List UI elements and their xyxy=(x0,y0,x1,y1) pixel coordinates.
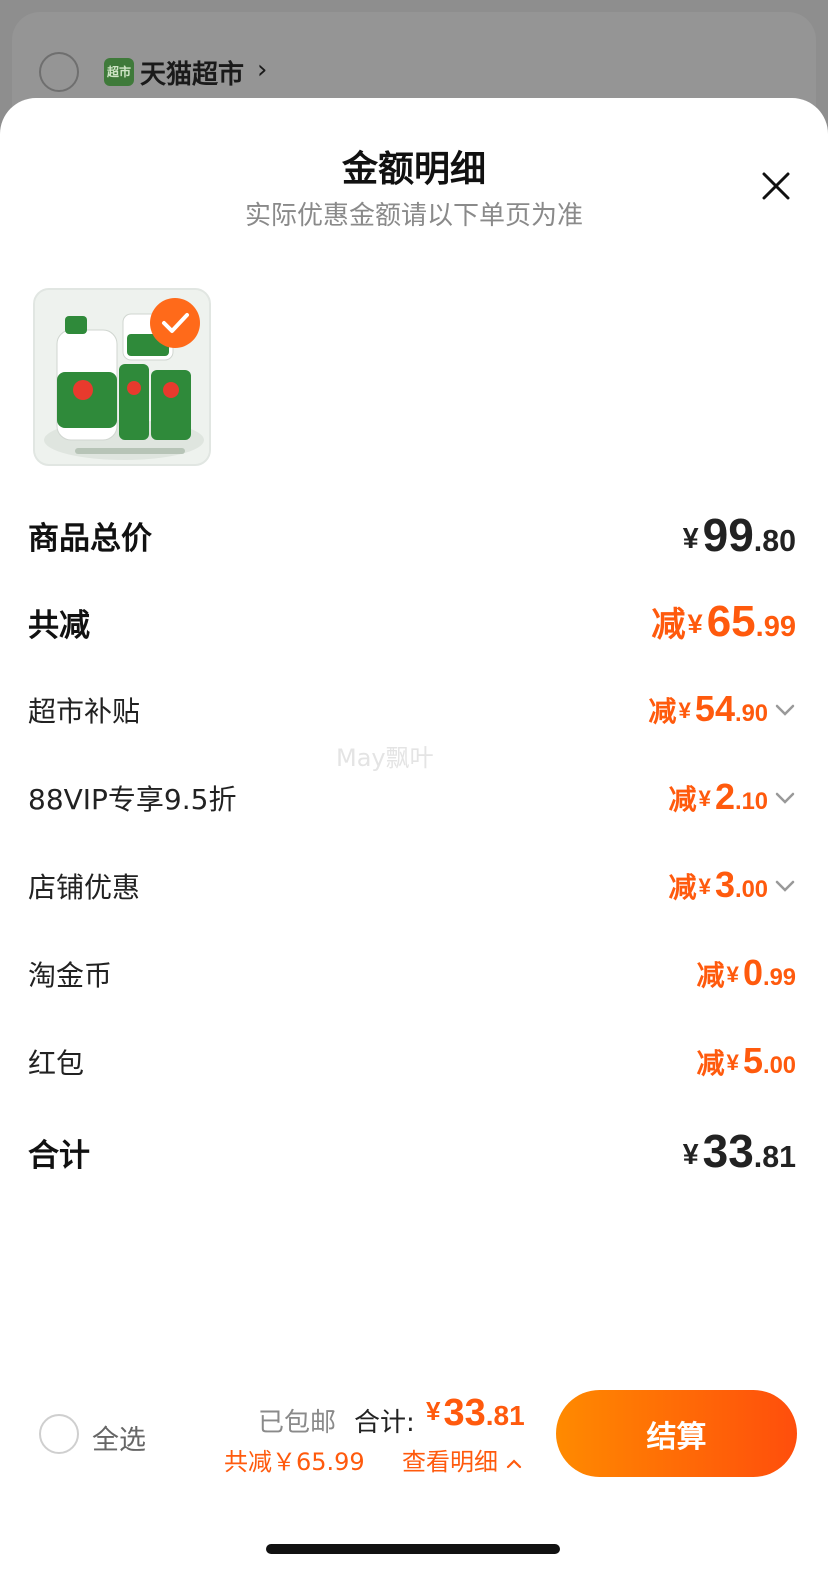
chevron-down-icon[interactable] xyxy=(774,875,796,897)
bottom-total-label: 合计: xyxy=(354,1408,415,1438)
select-all-label[interactable]: 全选 xyxy=(92,1418,146,1457)
saved-amount-text: 共减￥65.99 xyxy=(224,1448,365,1476)
supermarket-subsidy-value[interactable]: 减¥ 54.90 xyxy=(648,688,768,730)
chevron-up-icon[interactable] xyxy=(506,1448,522,1476)
close-icon[interactable] xyxy=(758,168,794,204)
checkout-button[interactable]: 结算 xyxy=(556,1390,797,1477)
store-select-radio[interactable] xyxy=(39,52,79,92)
selected-check-icon[interactable] xyxy=(150,298,200,348)
free-shipping-text: 已包邮 xyxy=(258,1408,337,1438)
sheet-title: 金额明细 xyxy=(341,149,486,190)
view-detail-label[interactable]: 查看明细 xyxy=(402,1448,498,1476)
sheet-subtitle: 实际优惠金额请以下单页为准 xyxy=(244,201,583,231)
total-discount-value: 减¥65.99 xyxy=(651,597,796,646)
supermarket-store-icon: 超市 xyxy=(104,58,134,86)
total-value: ¥33.81 xyxy=(682,1125,796,1177)
watermark: May飘叶 xyxy=(336,744,434,772)
vip-discount-label: 88VIP专享9.5折 xyxy=(28,783,237,816)
taojinbi-value: 减¥ 0.99 xyxy=(696,952,796,993)
subtotal-label: 商品总价 xyxy=(28,521,152,557)
vip-discount-value[interactable]: 减¥ 2.10 xyxy=(668,776,768,818)
view-detail-link[interactable]: 查看明细 xyxy=(402,1442,522,1477)
chevron-down-icon[interactable] xyxy=(774,699,796,721)
chevron-right-icon[interactable]: › xyxy=(257,55,267,85)
bottom-total-amount: ¥33.81 xyxy=(426,1392,525,1434)
chevron-down-icon[interactable] xyxy=(774,787,796,809)
home-indicator xyxy=(266,1544,560,1554)
total-discount-label: 共减 xyxy=(28,608,90,644)
subtotal-value: ¥99.80 xyxy=(682,509,796,561)
supermarket-subsidy-label: 超市补贴 xyxy=(28,695,141,728)
red-packet-label: 红包 xyxy=(28,1047,85,1080)
total-label: 合计 xyxy=(28,1138,90,1174)
store-discount-label: 店铺优惠 xyxy=(28,871,141,904)
red-packet-value: 减¥ 5.00 xyxy=(696,1040,796,1081)
taojinbi-label: 淘金币 xyxy=(28,959,113,992)
store-discount-value[interactable]: 减¥ 3.00 xyxy=(668,864,768,906)
select-all-radio[interactable] xyxy=(39,1414,79,1454)
store-name[interactable]: 天猫超市 xyxy=(140,54,244,91)
